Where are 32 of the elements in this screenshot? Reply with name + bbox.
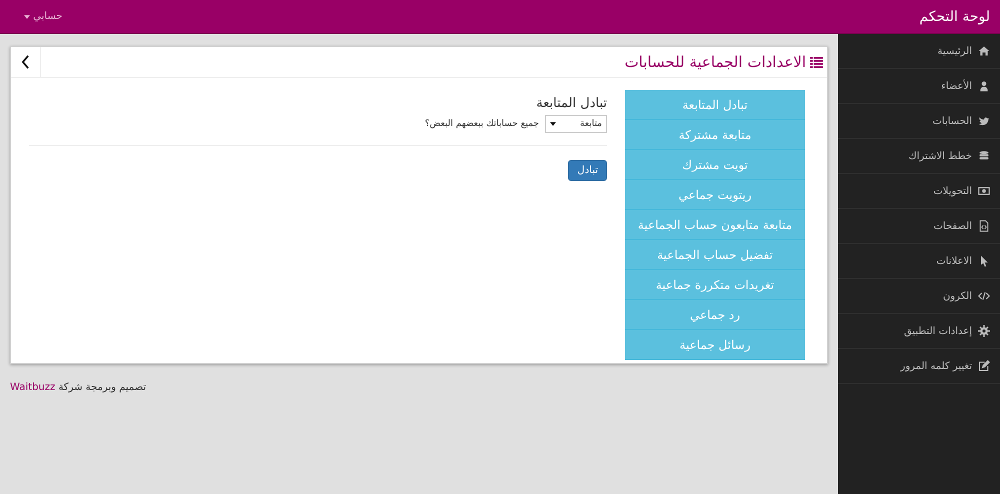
database-icon bbox=[978, 150, 990, 162]
sidebar-item[interactable]: الكرون bbox=[838, 279, 1000, 314]
code-icon bbox=[978, 290, 990, 302]
gear-icon bbox=[978, 325, 990, 337]
company-link[interactable]: Waitbuzz bbox=[10, 382, 56, 393]
list-icon bbox=[810, 56, 823, 68]
sidebar-item[interactable]: إعدادات التطبيق bbox=[838, 314, 1000, 349]
sidebar-item[interactable]: تغيير كلمه المرور bbox=[838, 349, 1000, 384]
cursor-icon bbox=[978, 255, 990, 267]
panel-title: الاعدادات الجماعية للحسابات bbox=[624, 53, 806, 71]
bird-icon bbox=[978, 115, 990, 127]
sidebar-item[interactable]: خطط الاشتراك bbox=[838, 139, 1000, 174]
sidebar-item[interactable]: الاعلانات bbox=[838, 244, 1000, 279]
brand-title: لوحة التحكم bbox=[919, 8, 990, 24]
home-icon bbox=[978, 45, 990, 57]
chevron-icon bbox=[21, 55, 30, 69]
select-field[interactable]: متابعة bbox=[545, 115, 607, 133]
sidebar-item[interactable]: الرئيسية bbox=[838, 34, 1000, 69]
banknote-icon bbox=[978, 185, 990, 197]
account-menu[interactable]: حسابي bbox=[24, 11, 62, 22]
caret-icon bbox=[550, 122, 556, 126]
sidebar-item[interactable]: الصفحات bbox=[838, 209, 1000, 244]
submit-button[interactable]: تبادل bbox=[568, 160, 607, 181]
sidebar-item[interactable]: الأعضاء bbox=[838, 69, 1000, 104]
field-label: جميع حساباتك ببعضهم البعض؟ bbox=[424, 119, 539, 129]
sidebar-item[interactable]: التحويلات bbox=[838, 174, 1000, 209]
form-heading: تبادل المتابعة bbox=[535, 96, 607, 111]
code-file-icon bbox=[978, 220, 990, 232]
edit-icon bbox=[978, 360, 990, 372]
sidebar-item[interactable]: الحسابات bbox=[838, 104, 1000, 139]
user-icon bbox=[978, 80, 990, 92]
caret-icon bbox=[24, 15, 30, 19]
